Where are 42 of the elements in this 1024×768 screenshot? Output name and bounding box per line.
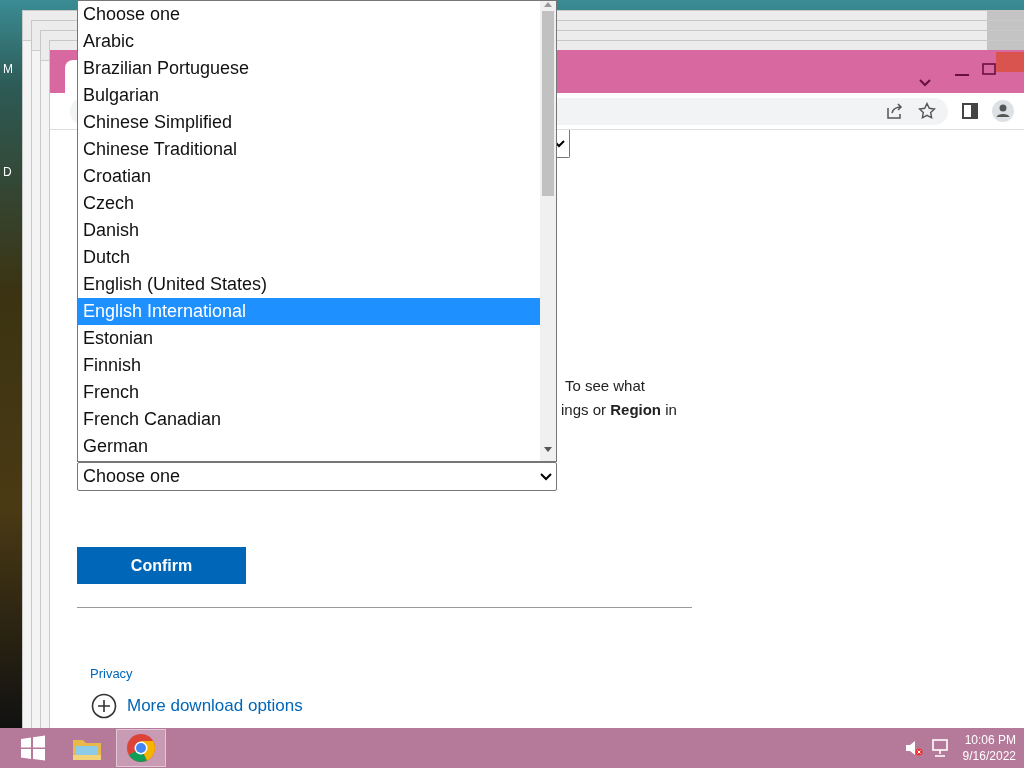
chevron-icon [540,473,552,482]
dropdown-option[interactable]: Czech [78,190,540,217]
dropdown-option[interactable]: Bulgarian [78,82,540,109]
dropdown-option[interactable]: Croatian [78,163,540,190]
plus-circle-icon [91,693,117,719]
body-text: To see what [563,376,646,396]
dropdown-option[interactable]: Chinese Simplified [78,109,540,136]
share-icon[interactable] [886,102,904,120]
taskbar-button[interactable] [116,729,166,767]
scrollbar[interactable] [540,1,556,461]
clock-time: 10:06 PM [963,732,1016,748]
dropdown-option[interactable]: Dutch [78,244,540,271]
body-text: ings or Region in [561,400,678,420]
dropdown-option[interactable]: Brazilian Portuguese [78,55,540,82]
muted-speaker-icon[interactable] [904,740,923,756]
confirm-button[interactable]: Confirm [77,547,246,584]
tab-search-icon[interactable] [918,77,932,88]
dropdown-option[interactable]: Finnish [78,352,540,379]
language-select[interactable]: Choose one [77,462,557,491]
scroll-up-icon [544,1,552,7]
dropdown-option[interactable]: German [78,433,540,460]
dropdown-option[interactable]: Chinese Traditional [78,136,540,163]
profile-icon[interactable] [992,100,1014,122]
windows-start-icon[interactable] [20,735,46,761]
maximize-icon[interactable] [982,62,996,75]
dropdown-option[interactable]: French [78,379,540,406]
dropdown-option[interactable]: Arabic [78,28,540,55]
dropdown-option[interactable]: French Canadian [78,406,540,433]
scroll-down-icon [544,446,552,453]
more-options-link[interactable]: More download options [91,693,303,719]
star-icon[interactable] [918,102,936,120]
privacy-link[interactable]: Privacy [90,664,133,684]
dropdown-option[interactable]: English (United States) [78,271,540,298]
network-icon[interactable] [930,739,949,757]
side-panel-icon[interactable] [962,103,978,119]
desktop-icon-label[interactable]: D [3,163,12,181]
dropdown-option[interactable]: Estonian [78,325,540,352]
clock-date: 9/16/2022 [962,748,1016,764]
chrome-icon[interactable] [126,733,156,763]
dropdown-option[interactable]: Choose one [78,1,540,28]
dropdown-option[interactable]: Danish [78,217,540,244]
desktop-icon-label[interactable]: M [3,60,13,78]
